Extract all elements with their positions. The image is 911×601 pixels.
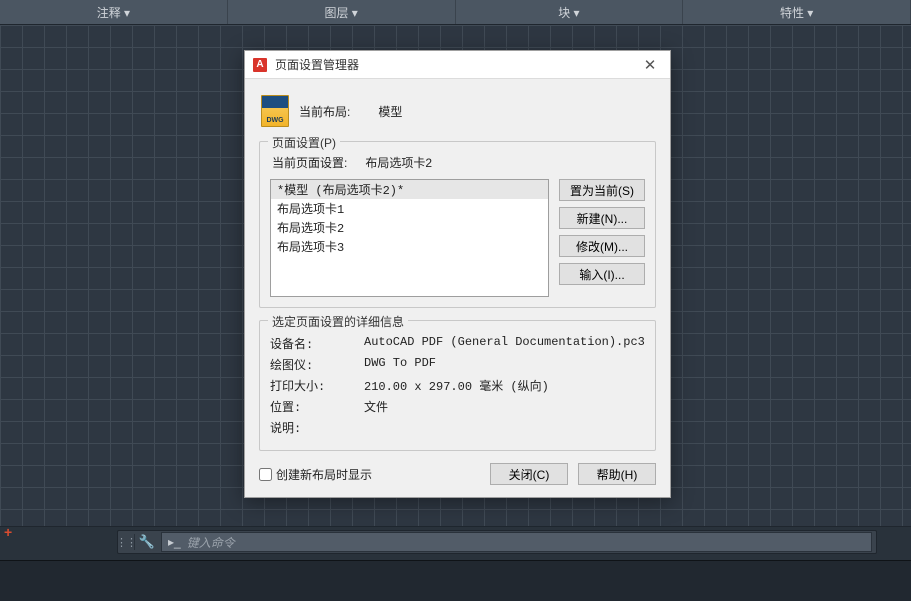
dwg-file-icon: DWG: [261, 95, 289, 127]
detail-row-desc: 说明:: [270, 419, 645, 436]
page-setup-list-item[interactable]: 布局选项卡2: [271, 218, 548, 237]
prompt-icon: ▸_: [168, 535, 181, 549]
detail-row-plotter: 绘图仪: DWG To PDF: [270, 356, 645, 373]
close-button[interactable]: 关闭(C): [490, 463, 568, 485]
detail-row-device: 设备名: AutoCAD PDF (General Documentation)…: [270, 335, 645, 352]
detail-plotter-value: DWG To PDF: [364, 356, 645, 373]
show-on-new-layout-label: 创建新布局时显示: [276, 466, 372, 483]
detail-groupbox: 选定页面设置的详细信息 设备名: AutoCAD PDF (General Do…: [259, 320, 656, 451]
current-page-setup-value: 布局选项卡2: [365, 154, 432, 171]
dialog-titlebar[interactable]: A 页面设置管理器 ✕: [245, 51, 670, 79]
top-toolbar: 注释 ▾ 图层 ▾ 块 ▾ 特性 ▾: [0, 0, 911, 24]
detail-device-label: 设备名:: [270, 335, 356, 352]
current-layout-value: 模型: [378, 103, 402, 120]
import-button[interactable]: 输入(I)...: [559, 263, 645, 285]
current-page-setup-label: 当前页面设置:: [272, 154, 347, 171]
toolbar-tab-label: 特性 ▾: [780, 4, 813, 21]
command-bar: ⋮⋮ 🔧 ▸_ 键入命令: [117, 530, 877, 554]
page-setup-list-item[interactable]: 布局选项卡1: [271, 199, 548, 218]
toolbar-tab-label: 块 ▾: [558, 4, 579, 21]
detail-size-value: 210.00 x 297.00 毫米 (纵向): [364, 377, 645, 394]
detail-plotter-label: 绘图仪:: [270, 356, 356, 373]
page-setup-groupbox: 页面设置(P) 当前页面设置: 布局选项卡2 *模型 (布局选项卡2)*布局选项…: [259, 141, 656, 308]
detail-where-label: 位置:: [270, 398, 356, 415]
dialog-body: DWG 当前布局: 模型 页面设置(P) 当前页面设置: 布局选项卡2 *模型 …: [245, 79, 670, 497]
toolbar-tab-properties[interactable]: 特性 ▾: [683, 0, 911, 24]
detail-desc-label: 说明:: [270, 419, 356, 436]
command-placeholder: 键入命令: [187, 534, 235, 551]
current-layout-label: 当前布局:: [299, 103, 350, 120]
dialog-title: 页面设置管理器: [275, 56, 359, 73]
dialog-footer: 创建新布局时显示 关闭(C) 帮助(H): [259, 463, 656, 485]
command-input[interactable]: ▸_ 键入命令: [161, 532, 872, 552]
current-page-setup-row: 当前页面设置: 布局选项卡2: [272, 154, 645, 171]
page-setup-legend: 页面设置(P): [268, 134, 340, 151]
page-setup-list-item[interactable]: 布局选项卡3: [271, 237, 548, 256]
toolbar-tab-label: 图层 ▾: [324, 4, 357, 21]
modify-button[interactable]: 修改(M)...: [559, 235, 645, 257]
detail-device-value: AutoCAD PDF (General Documentation).pc3: [364, 335, 645, 352]
page-setup-listbox[interactable]: *模型 (布局选项卡2)*布局选项卡1布局选项卡2布局选项卡3: [270, 179, 549, 297]
current-layout-row: DWG 当前布局: 模型: [261, 95, 656, 127]
toolbar-tab-blocks[interactable]: 块 ▾: [456, 0, 684, 24]
set-current-button[interactable]: 置为当前(S): [559, 179, 645, 201]
help-button[interactable]: 帮助(H): [578, 463, 656, 485]
close-icon[interactable]: ✕: [638, 53, 662, 77]
crosshair-icon: +: [4, 524, 12, 540]
detail-desc-value: [364, 419, 645, 436]
toolbar-tab-layers[interactable]: 图层 ▾: [228, 0, 456, 24]
detail-legend: 选定页面设置的详细信息: [268, 313, 408, 330]
detail-row-size: 打印大小: 210.00 x 297.00 毫米 (纵向): [270, 377, 645, 394]
toolbar-tab-annotation[interactable]: 注释 ▾: [0, 0, 228, 24]
grip-icon[interactable]: ⋮⋮: [118, 531, 134, 553]
page-setup-list-item[interactable]: *模型 (布局选项卡2)*: [271, 180, 548, 199]
new-button[interactable]: 新建(N)...: [559, 207, 645, 229]
toolbar-tab-label: 注释 ▾: [97, 4, 130, 21]
detail-size-label: 打印大小:: [270, 377, 356, 394]
show-on-new-layout-input[interactable]: [259, 468, 272, 481]
detail-where-value: 文件: [364, 398, 645, 415]
customize-icon[interactable]: 🔧: [135, 534, 159, 550]
show-on-new-layout-checkbox[interactable]: 创建新布局时显示: [259, 466, 372, 483]
detail-row-where: 位置: 文件: [270, 398, 645, 415]
bottom-gutter: [0, 560, 911, 601]
page-setup-manager-dialog: A 页面设置管理器 ✕ DWG 当前布局: 模型 页面设置(P) 当前页面设置:…: [244, 50, 671, 498]
autocad-app-icon: A: [253, 58, 267, 72]
